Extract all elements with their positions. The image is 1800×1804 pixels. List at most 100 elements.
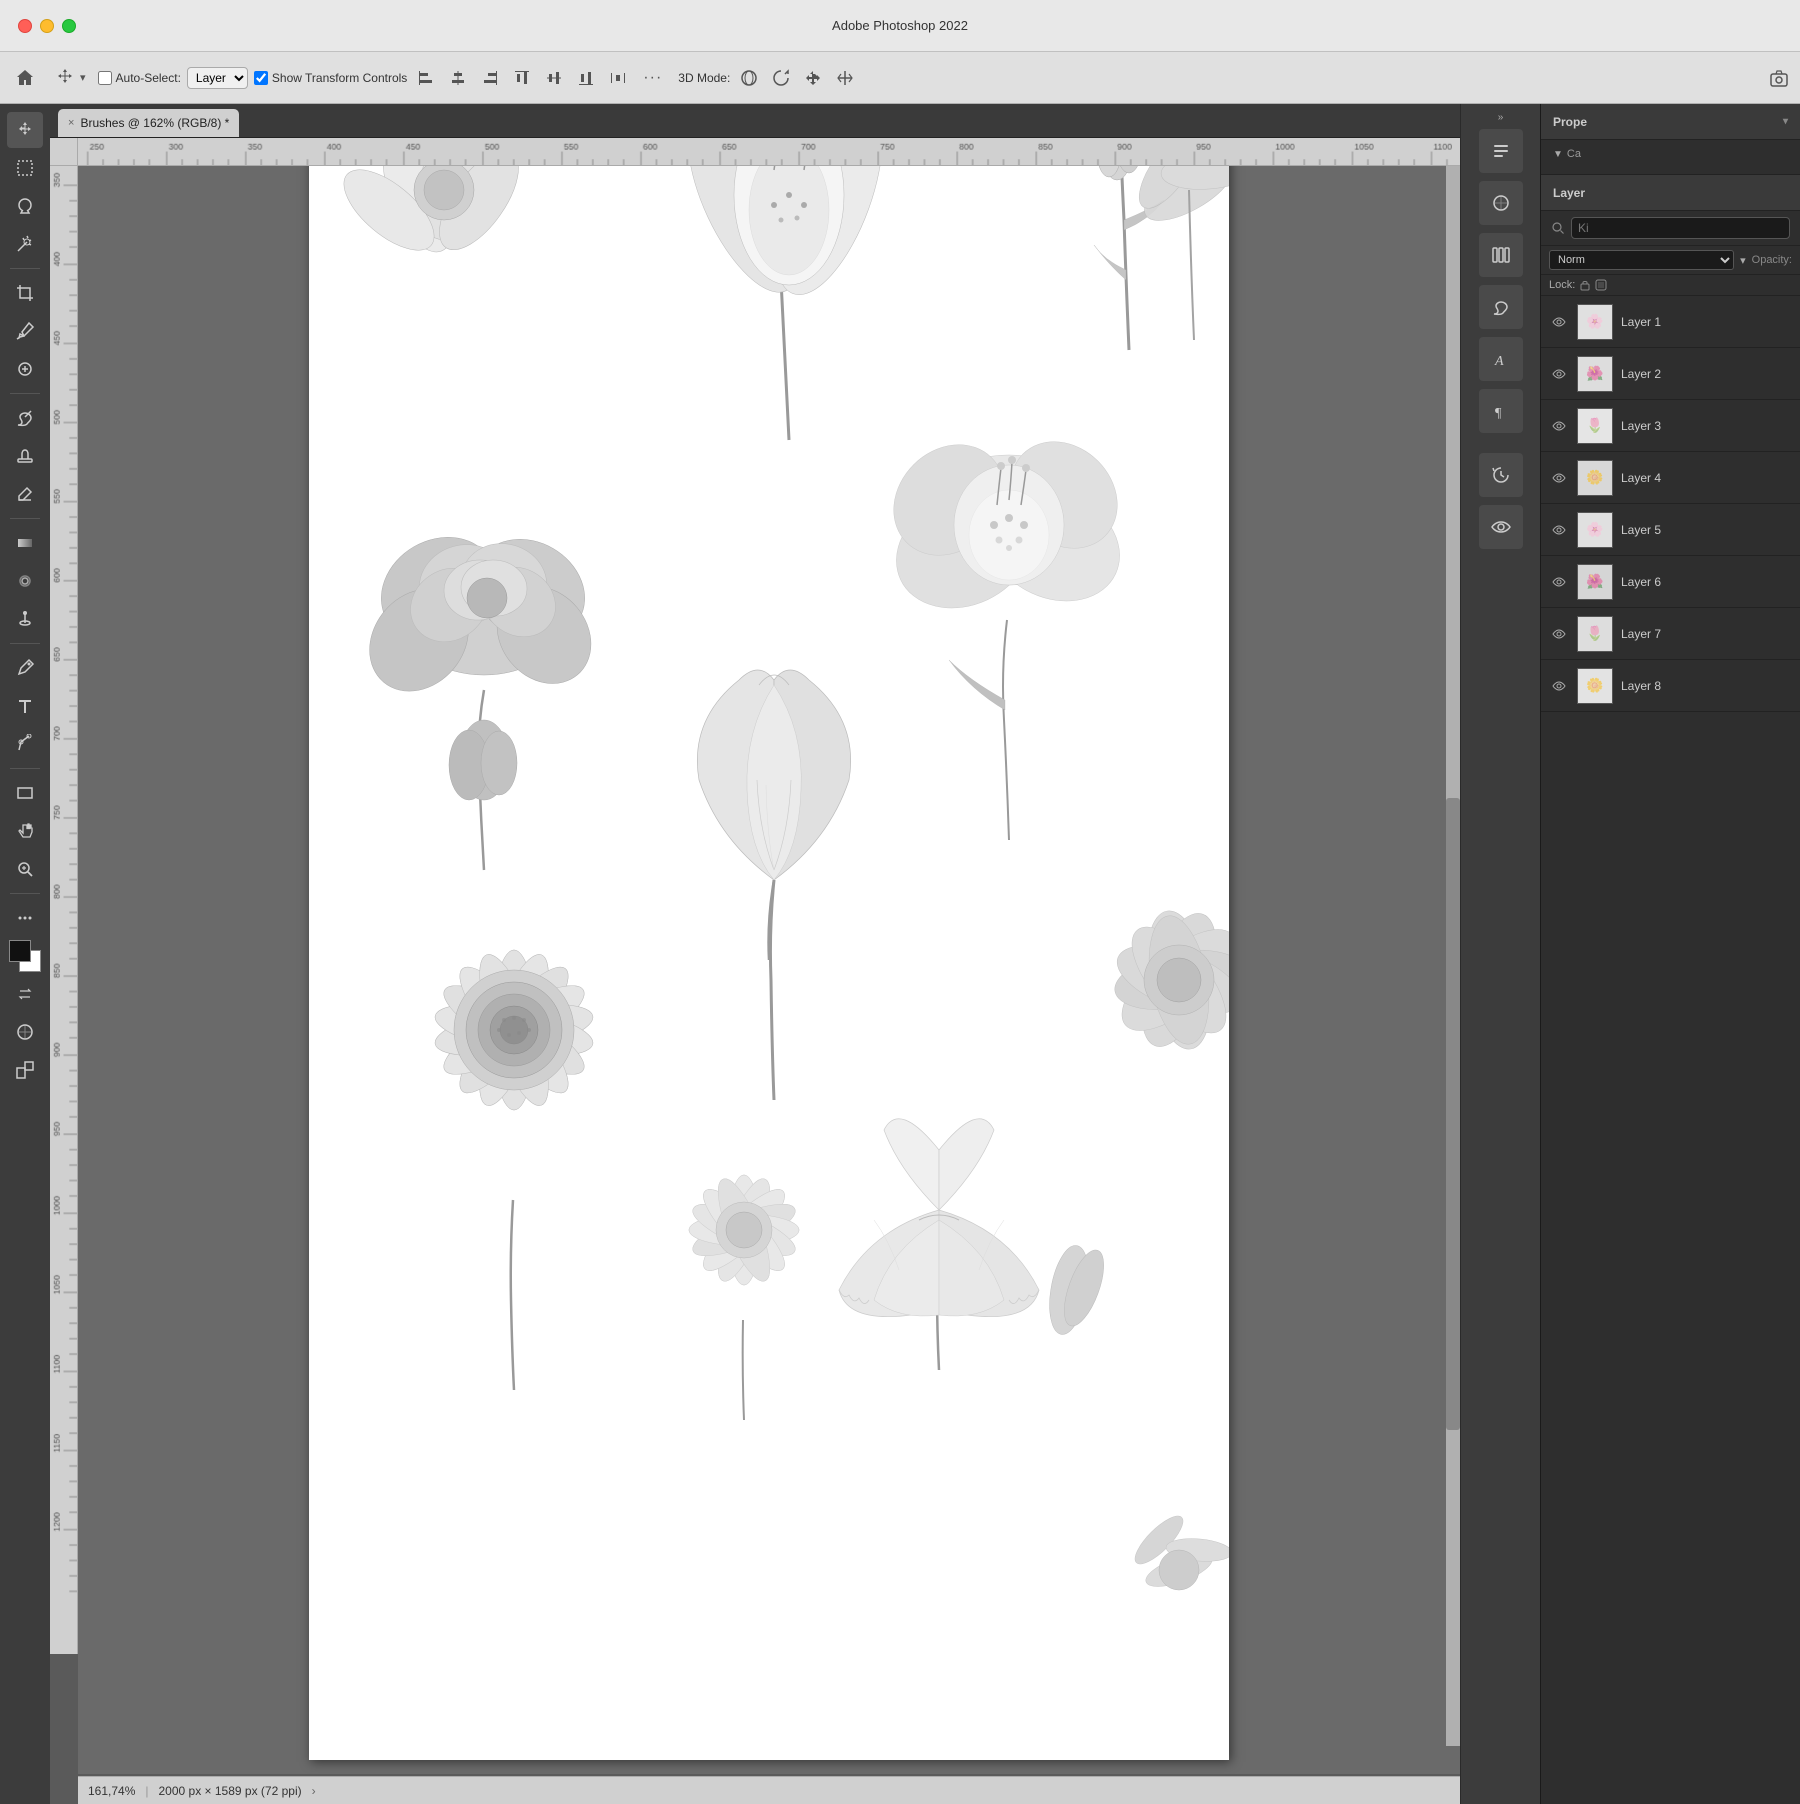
- brush-tool[interactable]: [7, 400, 43, 436]
- layer-eye-7[interactable]: [1549, 624, 1569, 644]
- paragraph-panel-button[interactable]: ¶: [1479, 389, 1523, 433]
- ruler-vertical: [50, 166, 78, 1654]
- align-center-v-button[interactable]: [541, 65, 567, 91]
- foreground-background[interactable]: [7, 938, 43, 974]
- history-panel-button[interactable]: [1479, 453, 1523, 497]
- align-bottom-button[interactable]: [573, 65, 599, 91]
- layer-item[interactable]: 🌺 Layer 2: [1541, 348, 1800, 400]
- lasso-tool[interactable]: [7, 188, 43, 224]
- close-button[interactable]: [18, 19, 32, 33]
- blend-mode-select[interactable]: Norm: [1549, 250, 1734, 270]
- rectangle-tool[interactable]: [7, 775, 43, 811]
- show-transform-check[interactable]: [254, 71, 268, 85]
- auto-select-check[interactable]: [98, 71, 112, 85]
- 3d-orbit-button[interactable]: [736, 65, 762, 91]
- layers-title: Layer: [1553, 186, 1585, 200]
- stamp-icon: [15, 446, 35, 466]
- character-panel-button[interactable]: A: [1479, 337, 1523, 381]
- path-select-tool[interactable]: [7, 726, 43, 762]
- properties-panel-button[interactable]: [1479, 129, 1523, 173]
- eye-icon-3: [1552, 419, 1566, 433]
- eyedropper-icon: [15, 321, 35, 341]
- healing-tool[interactable]: [7, 351, 43, 387]
- align-top-button[interactable]: [509, 65, 535, 91]
- layer-eye-2[interactable]: [1549, 364, 1569, 384]
- marquee-tool[interactable]: [7, 150, 43, 186]
- maximize-button[interactable]: [62, 19, 76, 33]
- properties-header[interactable]: Prope ▾: [1541, 104, 1800, 140]
- show-transform-checkbox[interactable]: Show Transform Controls: [254, 71, 407, 85]
- brush-settings-button[interactable]: [1479, 285, 1523, 329]
- layer-item[interactable]: 🌸 Layer 1: [1541, 296, 1800, 348]
- layer-item[interactable]: 🌸 Layer 5: [1541, 504, 1800, 556]
- layer-eye-4[interactable]: [1549, 468, 1569, 488]
- frame-button[interactable]: [7, 1052, 43, 1088]
- layer-eye-5[interactable]: [1549, 520, 1569, 540]
- hand-tool[interactable]: [7, 813, 43, 849]
- svg-text:A: A: [1494, 354, 1504, 369]
- layers-search-input[interactable]: [1571, 217, 1790, 239]
- layer-thumb-1: 🌸: [1577, 304, 1613, 340]
- document-size: 2000 px × 1589 px (72 ppi): [159, 1784, 302, 1798]
- stamp-tool[interactable]: [7, 438, 43, 474]
- canvas-scroll[interactable]: [78, 166, 1460, 1774]
- layer-eye-8[interactable]: [1549, 676, 1569, 696]
- dodge-tool[interactable]: [7, 601, 43, 637]
- quick-mask-button[interactable]: [7, 1014, 43, 1050]
- libraries-panel-button[interactable]: [1479, 233, 1523, 277]
- distribute-h-button[interactable]: [605, 65, 631, 91]
- align-center-h-button[interactable]: [445, 65, 471, 91]
- pen-tool[interactable]: [7, 650, 43, 686]
- layer-item[interactable]: 🌺 Layer 6: [1541, 556, 1800, 608]
- zoom-tool[interactable]: [7, 851, 43, 887]
- layer-eye-6[interactable]: [1549, 572, 1569, 592]
- more-arrow[interactable]: ›: [312, 1784, 316, 1798]
- extra-tool[interactable]: [7, 900, 43, 936]
- move-tool-button[interactable]: ▾: [48, 63, 92, 93]
- canvas-inner: [78, 166, 1460, 1774]
- 3d-zoom-button[interactable]: [832, 65, 858, 91]
- vertical-scrollbar[interactable]: [1446, 166, 1460, 1746]
- gradient-tool[interactable]: [7, 525, 43, 561]
- align-right-button[interactable]: [477, 65, 503, 91]
- more-options-button[interactable]: ···: [637, 65, 668, 91]
- blur-tool[interactable]: [7, 563, 43, 599]
- home-button[interactable]: [8, 63, 42, 93]
- auto-select-label: Auto-Select:: [116, 71, 181, 85]
- eye-visibility-button[interactable]: [1479, 505, 1523, 549]
- layer-eye-3[interactable]: [1549, 416, 1569, 436]
- lock-icon[interactable]: [1579, 279, 1591, 291]
- document-tab[interactable]: × Brushes @ 162% (RGB/8) *: [58, 109, 239, 137]
- layer-item[interactable]: 🌷 Layer 7: [1541, 608, 1800, 660]
- eyedropper-tool[interactable]: [7, 313, 43, 349]
- hand-icon: [15, 821, 35, 841]
- scrollbar-thumb[interactable]: [1446, 798, 1460, 1430]
- layer-eye-1[interactable]: [1549, 312, 1569, 332]
- layer-select[interactable]: Layer: [187, 67, 248, 89]
- minimize-button[interactable]: [40, 19, 54, 33]
- magic-wand-tool[interactable]: [7, 226, 43, 262]
- layer-item[interactable]: 🌼 Layer 8: [1541, 660, 1800, 712]
- canvas-document: [309, 166, 1229, 1760]
- 3d-pan-button[interactable]: [800, 65, 826, 91]
- switch-colors-button[interactable]: [7, 976, 43, 1012]
- type-tool[interactable]: [7, 688, 43, 724]
- layer-item[interactable]: 🌼 Layer 4: [1541, 452, 1800, 504]
- status-bar: 161,74% | 2000 px × 1589 px (72 ppi) ›: [78, 1776, 1460, 1804]
- collapse-panel-button[interactable]: »: [1498, 112, 1504, 123]
- tab-close-btn[interactable]: ×: [68, 117, 74, 129]
- camera-button[interactable]: [1766, 65, 1792, 91]
- layer-item[interactable]: 🌷 Layer 3: [1541, 400, 1800, 452]
- lock-pixels-icon[interactable]: [1595, 279, 1607, 291]
- healing-icon: [15, 359, 35, 379]
- adjustments-panel-button[interactable]: [1479, 181, 1523, 225]
- crop-tool[interactable]: [7, 275, 43, 311]
- move-tool[interactable]: [7, 112, 43, 148]
- left-toolbar: [0, 104, 50, 1804]
- foreground-color[interactable]: [9, 940, 31, 962]
- 3d-rotate-button[interactable]: [768, 65, 794, 91]
- eye-icon-7: [1552, 627, 1566, 641]
- auto-select-checkbox[interactable]: Auto-Select:: [98, 71, 181, 85]
- eraser-tool[interactable]: [7, 476, 43, 512]
- align-left-button[interactable]: [413, 65, 439, 91]
